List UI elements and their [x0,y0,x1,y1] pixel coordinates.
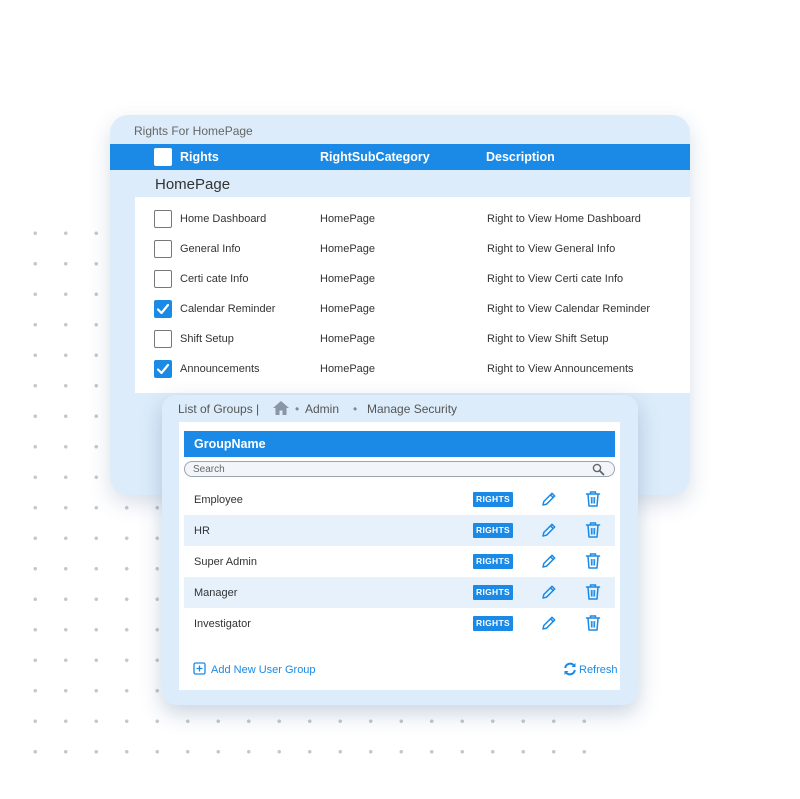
rights-group-title: HomePage [155,176,231,193]
refresh-link[interactable]: Refresh [579,664,618,676]
groups-table-header: GroupName [184,431,615,457]
column-header-subcategory: RightSubCategory [320,150,430,164]
group-row: Employee RIGHTS [184,484,615,515]
right-subcategory: HomePage [320,273,376,285]
rights-button[interactable]: RIGHTS [473,554,513,569]
right-description: Right to View Shift Setup [487,333,609,345]
group-row: Investigator RIGHTS [184,608,615,639]
search-icon[interactable] [592,463,605,481]
select-all-checkbox[interactable] [154,148,172,166]
search-input[interactable] [193,463,573,475]
search-box [184,461,615,477]
groups-list-container: GroupName Employee RIGHTS HR RIGHTS [179,422,620,690]
right-subcategory: HomePage [320,213,376,225]
right-checkbox[interactable] [154,270,172,288]
right-subcategory: HomePage [320,243,376,255]
right-description: Right to View Calendar Reminder [487,303,651,315]
breadcrumb-separator: | [256,402,260,416]
rights-button[interactable]: RIGHTS [473,523,513,538]
rights-button[interactable]: RIGHTS [473,585,513,600]
breadcrumb-bullet: • [353,402,358,416]
rights-row: Calendar Reminder HomePage Right to View… [135,294,690,324]
right-subcategory: HomePage [320,333,376,345]
right-name: Shift Setup [180,333,234,345]
group-name: Investigator [194,618,251,630]
rights-row: Shift Setup HomePage Right to View Shift… [135,324,690,354]
right-name: Announcements [180,363,260,375]
rights-row: General Info HomePage Right to View Gene… [135,234,690,264]
right-checkbox[interactable] [154,240,172,258]
rights-button[interactable]: RIGHTS [473,616,513,631]
rights-table-header: Rights RightSubCategory Description [110,144,690,170]
breadcrumb-bullet: • [295,402,300,416]
right-name: General Info [180,243,241,255]
delete-icon[interactable] [585,552,601,575]
right-subcategory: HomePage [320,363,376,375]
refresh-icon[interactable] [563,662,577,681]
delete-icon[interactable] [585,490,601,513]
rights-table-body: Home Dashboard HomePage Right to View Ho… [135,197,690,393]
column-header-groupname: GroupName [194,437,266,451]
group-name: Manager [194,587,238,599]
checkmark-icon [156,303,170,315]
breadcrumb-manage-security[interactable]: Manage Security [367,402,457,416]
group-name: Employee [194,494,243,506]
rights-row: Home Dashboard HomePage Right to View Ho… [135,204,690,234]
delete-icon[interactable] [585,583,601,606]
edit-icon[interactable] [541,491,557,512]
right-checkbox[interactable] [154,330,172,348]
group-name: Super Admin [194,556,257,568]
right-name: Certi cate Info [180,273,249,285]
rights-button[interactable]: RIGHTS [473,492,513,507]
right-description: Right to View Certi cate Info [487,273,624,285]
groups-footer: Add New User Group Refresh [179,662,620,680]
group-row: Super Admin RIGHTS [184,546,615,577]
right-description: Right to View Announcements [487,363,634,375]
edit-icon[interactable] [541,584,557,605]
list-of-groups-label: List of Groups [178,402,253,416]
delete-icon[interactable] [585,614,601,637]
delete-icon[interactable] [585,521,601,544]
right-checkbox[interactable] [154,210,172,228]
home-icon[interactable] [272,400,290,419]
right-description: Right to View General Info [487,243,616,255]
add-new-user-group-link[interactable]: Add New User Group [211,664,316,676]
group-row: Manager RIGHTS [184,577,615,608]
checkmark-icon [156,363,170,375]
right-name: Calendar Reminder [180,303,276,315]
right-subcategory: HomePage [320,303,376,315]
column-header-rights: Rights [180,150,219,164]
breadcrumb-admin[interactable]: Admin [305,402,339,416]
edit-icon[interactable] [541,615,557,636]
groups-panel: List of Groups | • Admin • Manage Securi… [162,395,638,705]
rights-panel-title: Rights For HomePage [134,124,253,138]
right-description: Right to View Home Dashboard [487,213,641,225]
rights-row: Certi cate Info HomePage Right to View C… [135,264,690,294]
column-header-description: Description [486,150,555,164]
edit-icon[interactable] [541,522,557,543]
right-checkbox-checked[interactable] [154,300,172,318]
group-name: HR [194,525,210,537]
edit-icon[interactable] [541,553,557,574]
add-icon[interactable] [193,662,206,680]
right-name: Home Dashboard [180,213,267,225]
rights-row: Announcements HomePage Right to View Ann… [135,354,690,384]
right-checkbox-checked[interactable] [154,360,172,378]
group-row: HR RIGHTS [184,515,615,546]
